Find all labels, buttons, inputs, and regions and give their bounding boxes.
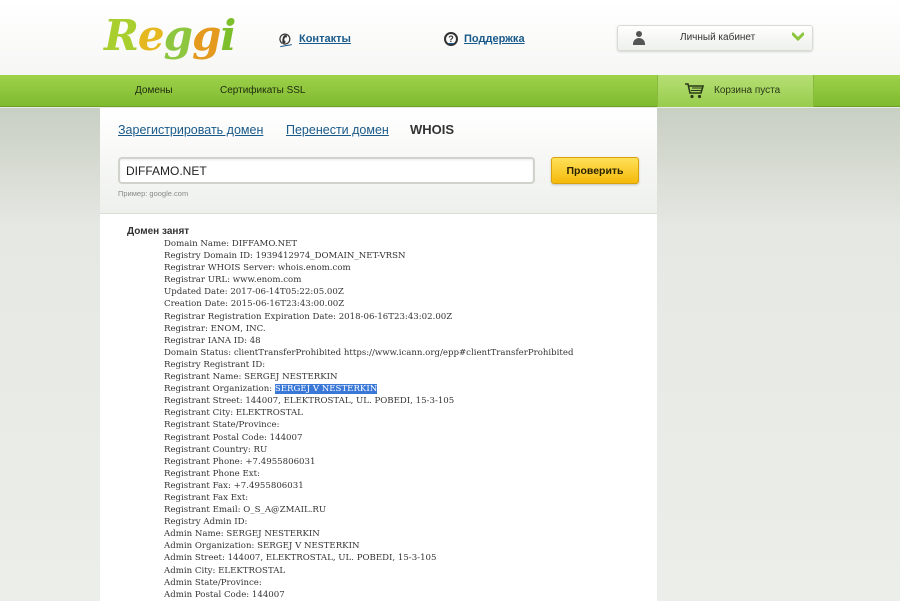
whois-line: Registrant City: ELEKTROSTAL	[164, 408, 303, 419]
nav-item-domains[interactable]: Домены	[135, 85, 173, 96]
cart-icon	[685, 83, 705, 99]
whois-line: Admin State/Province:	[164, 577, 262, 588]
whois-line: Domain Status: clientTransferProhibited …	[164, 347, 574, 358]
search-example-hint: Пример: google.com	[118, 189, 189, 198]
whois-line: Registrar: ENOM, INC.	[164, 323, 266, 334]
whois-line: Registry Domain ID: 1939412974_DOMAIN_NE…	[164, 251, 406, 262]
phone-icon: ✆	[277, 30, 293, 49]
whois-line: Registrant Phone Ext:	[164, 468, 260, 479]
whois-line: Admin City: ELEKTROSTAL	[164, 565, 286, 576]
whois-line: Registrant Fax Ext:	[164, 492, 249, 503]
whois-line: Registrant Fax: +7.4955806031	[164, 480, 304, 491]
whois-line: Registrant State/Province:	[164, 420, 280, 431]
whois-line: Registrant Country: RU	[164, 444, 268, 455]
whois-line: Updated Date: 2017-06-14T05:22:05.00Z	[164, 287, 344, 298]
contacts-link[interactable]: ✆ Контакты	[277, 30, 351, 49]
nav-item-ssl[interactable]: Сертификаты SSL	[220, 85, 306, 96]
cart-label: Корзина пуста	[714, 85, 781, 96]
whois-line: Domain Name: DIFFAMO.NET	[164, 239, 298, 249]
tab-whois[interactable]: WHOIS	[410, 122, 454, 137]
main-panel: Зарегистрировать домен Перенести домен W…	[100, 108, 657, 601]
reggi-logo[interactable]: Reggi	[104, 10, 236, 62]
whois-line: Registrant Email: O_S_A@ZMAIL.RU	[164, 505, 327, 516]
whois-line: Registrant Street: 144007, ELEKTROSTAL, …	[164, 396, 455, 407]
support-label: Поддержка	[464, 33, 525, 45]
header: Reggi ✆ Контакты ? Поддержка Личный каби…	[0, 0, 900, 75]
question-icon: ?	[444, 32, 458, 46]
whois-line: Registrar URL: www.enom.com	[164, 275, 302, 286]
whois-line: Registry Admin ID:	[164, 517, 248, 528]
whois-line: Admin Postal Code: 144007	[164, 589, 285, 600]
tab-register-domain[interactable]: Зарегистрировать домен	[118, 123, 263, 137]
whois-line: Registrant Phone: +7.4955806031	[164, 456, 316, 467]
whois-line: Admin Street: 144007, ELEKTROSTAL, UL. P…	[164, 553, 437, 564]
whois-line: Registrar IANA ID: 48	[164, 335, 261, 346]
whois-output: Domain Name: DIFFAMO.NET Registry Domain …	[164, 238, 638, 601]
support-link[interactable]: ? Поддержка	[444, 31, 525, 47]
domain-search-input[interactable]	[118, 157, 535, 184]
tab-transfer-domain[interactable]: Перенести домен	[286, 123, 389, 137]
cart-button[interactable]: Корзина пуста	[657, 75, 814, 107]
personal-cabinet-dropdown[interactable]: Личный кабинет	[617, 25, 813, 51]
whois-line: Registrant Organization: SERGEJ V NESTER…	[164, 384, 378, 395]
search-area: Зарегистрировать домен Перенести домен W…	[100, 108, 657, 214]
result-status-title: Домен занят	[127, 226, 190, 237]
whois-line: Registrant Postal Code: 144007	[164, 432, 303, 443]
selected-text: SERGEJ V NESTERKIN	[274, 384, 378, 395]
chevron-down-icon	[792, 32, 804, 42]
check-button[interactable]: Проверить	[551, 157, 639, 184]
whois-line: Registry Registrant ID:	[164, 359, 266, 370]
cabinet-label: Личный кабинет	[680, 32, 756, 43]
whois-line: Registrar WHOIS Server: whois.enom.com	[164, 263, 351, 274]
whois-line: Registrant Name: SERGEJ NESTERKIN	[164, 372, 338, 383]
contacts-label: Контакты	[299, 33, 351, 45]
whois-line: Admin Name: SERGEJ NESTERKIN	[164, 529, 320, 540]
whois-line: Admin Organization: SERGEJ V NESTERKIN	[164, 541, 360, 552]
user-icon	[632, 31, 646, 45]
whois-line: Registrar Registration Expiration Date: …	[164, 311, 453, 322]
whois-line: Creation Date: 2015-06-16T23:43:00.00Z	[164, 299, 345, 310]
